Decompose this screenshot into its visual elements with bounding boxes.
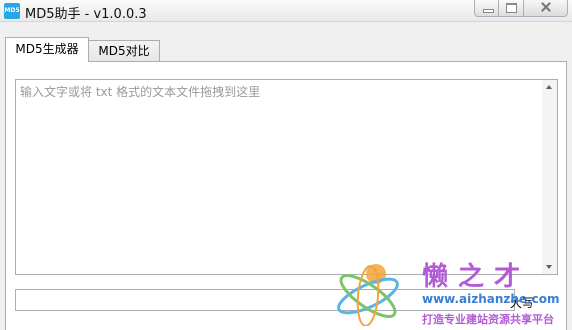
input-placeholder: 输入文字或将 txt 格式的文本文件拖拽到这里 [20,85,261,99]
watermark-url: www.aizhanzhe.com [422,292,560,306]
watermark-title: 懒之才 [422,262,531,292]
maximize-icon [506,3,517,13]
minimize-button[interactable] [474,0,499,17]
scroll-up-icon[interactable] [546,85,552,89]
watermark-logo-icon [337,264,399,326]
close-button[interactable] [524,0,568,17]
app-icon: MD5 [4,3,20,19]
title-bar: MD5 MD5助手 - v1.0.0.3 [0,0,572,22]
tab-md5-compare[interactable]: MD5对比 [88,40,160,62]
maximize-button[interactable] [499,0,524,17]
text-input-area[interactable]: 输入文字或将 txt 格式的文本文件拖拽到这里 [15,79,558,275]
window-title: MD5助手 - v1.0.0.3 [25,7,147,22]
close-icon [541,2,551,12]
tab-md5-generator[interactable]: MD5生成器 [5,37,89,62]
watermark-slogan: 打造专业建站资源共享平台 [422,313,554,326]
vertical-scrollbar[interactable] [542,80,557,274]
tab-strip: MD5生成器 MD5对比 [0,37,572,62]
minimize-icon [483,9,494,13]
watermark: 懒之才 www.aizhanzhe.com 打造专业建站资源共享平台 [332,250,572,330]
